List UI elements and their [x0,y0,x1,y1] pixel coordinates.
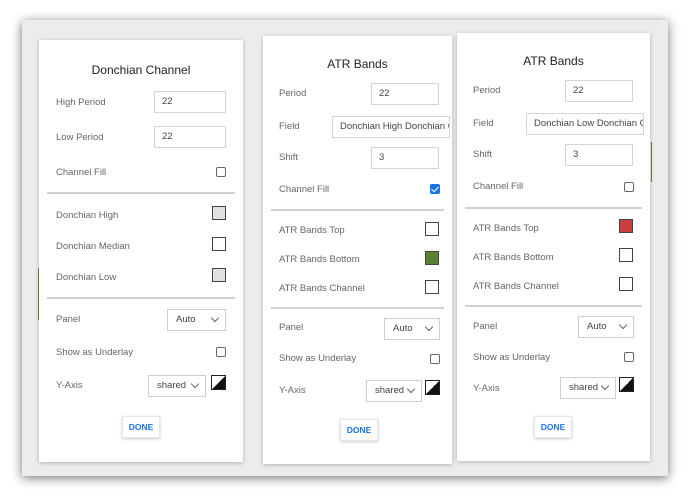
y-axis-select[interactable]: shared [148,375,206,397]
underlay-label: Show as Underlay [473,352,551,363]
done-button[interactable]: DONE [122,416,160,438]
underlay-checkbox[interactable] [430,354,440,364]
underlay-checkbox[interactable] [624,352,634,362]
period-input[interactable]: 22 [371,83,439,105]
divider [47,297,235,299]
donchian-high-label: Donchian High [56,210,119,221]
divider [47,192,235,194]
field-label: Field [279,121,300,132]
y-axis-color-icon[interactable] [425,380,440,395]
channel-fill-label: Channel Fill [56,167,107,178]
high-period-input[interactable]: 22 [154,91,226,113]
period-label: Period [473,85,501,96]
panel-select-value: Auto [393,323,413,334]
donchian-low-color-swatch[interactable] [212,268,226,282]
dialog-title: Donchian Channel [91,63,191,77]
done-button[interactable]: DONE [534,416,572,438]
field-label: Field [473,118,494,129]
atr-bands-channel-label: ATR Bands Channel [473,281,559,292]
y-axis-label: Y-Axis [279,385,306,396]
underlay-label: Show as Underlay [56,347,134,358]
y-axis-select[interactable]: shared [366,380,422,402]
atr-bands-top-color-swatch[interactable] [619,219,633,233]
donchian-high-color-swatch[interactable] [212,206,226,220]
atr-bands-top-label: ATR Bands Top [279,225,345,236]
y-axis-color-icon[interactable] [211,375,226,390]
chart-line-fragment [651,142,652,182]
panel-label: Panel [473,321,498,332]
dialog-title: ATR Bands [327,57,388,71]
channel-fill-checkbox[interactable] [216,167,226,177]
low-period-label: Low Period [56,132,104,143]
y-axis-select-value: shared [569,382,599,393]
atr-bands-bottom-label: ATR Bands Bottom [279,254,360,265]
chevron-down-icon [618,320,628,330]
panel-select[interactable]: Auto [167,309,226,331]
underlay-label: Show as Underlay [279,353,357,364]
shift-input[interactable]: 3 [371,147,439,169]
atr-bands-top-color-swatch[interactable] [425,222,439,236]
divider [271,307,444,309]
shift-input[interactable]: 3 [565,144,633,166]
divider [465,305,642,307]
channel-fill-label: Channel Fill [473,181,524,192]
chevron-down-icon [406,384,416,394]
panel-label: Panel [56,314,81,325]
panel-select[interactable]: Auto [578,316,634,338]
divider [465,207,642,209]
atr-bands-channel-label: ATR Bands Channel [279,283,365,294]
panel-select-value: Auto [176,314,196,325]
donchian-channel-dialog: Donchian Channel High Period 22 Low Peri… [39,40,243,462]
chevron-down-icon [600,381,610,391]
y-axis-select-value: shared [157,380,187,391]
y-axis-label: Y-Axis [473,383,500,394]
atr-bands-bottom-label: ATR Bands Bottom [473,252,554,263]
donchian-median-color-swatch[interactable] [212,237,226,251]
channel-fill-checkbox[interactable] [624,182,634,192]
field-input[interactable]: Donchian High Donchian Ch [332,116,450,138]
channel-fill-checkbox[interactable] [430,184,440,194]
panel-select[interactable]: Auto [384,318,440,340]
dialog-title: ATR Bands [523,54,584,68]
low-period-input[interactable]: 22 [154,126,226,148]
shift-label: Shift [473,149,493,160]
atr-bands-bottom-color-swatch[interactable] [425,251,439,265]
donchian-median-label: Donchian Median [56,241,130,252]
field-input[interactable]: Donchian Low Donchian Ch [526,113,644,135]
y-axis-label: Y-Axis [56,380,83,391]
y-axis-select[interactable]: shared [560,377,616,399]
divider [271,209,444,211]
atr-bands-bottom-color-swatch[interactable] [619,248,633,262]
chevron-down-icon [424,322,434,332]
panel-select-value: Auto [587,321,607,332]
chevron-down-icon [210,313,220,323]
donchian-low-label: Donchian Low [56,272,117,283]
panel-label: Panel [279,322,304,333]
atr-bands-dialog-high: ATR Bands Period 22 Field Donchian High … [263,36,452,464]
underlay-checkbox[interactable] [216,347,226,357]
done-button[interactable]: DONE [340,419,378,441]
shift-label: Shift [279,152,299,163]
chevron-down-icon [190,379,200,389]
atr-bands-channel-color-swatch[interactable] [425,280,439,294]
period-input[interactable]: 22 [565,80,633,102]
atr-bands-top-label: ATR Bands Top [473,223,539,234]
channel-fill-label: Channel Fill [279,184,330,195]
y-axis-color-icon[interactable] [619,377,634,392]
high-period-label: High Period [56,97,106,108]
atr-bands-channel-color-swatch[interactable] [619,277,633,291]
atr-bands-dialog-low: ATR Bands Period 22 Field Donchian Low D… [457,33,650,461]
period-label: Period [279,88,307,99]
y-axis-select-value: shared [375,385,405,396]
